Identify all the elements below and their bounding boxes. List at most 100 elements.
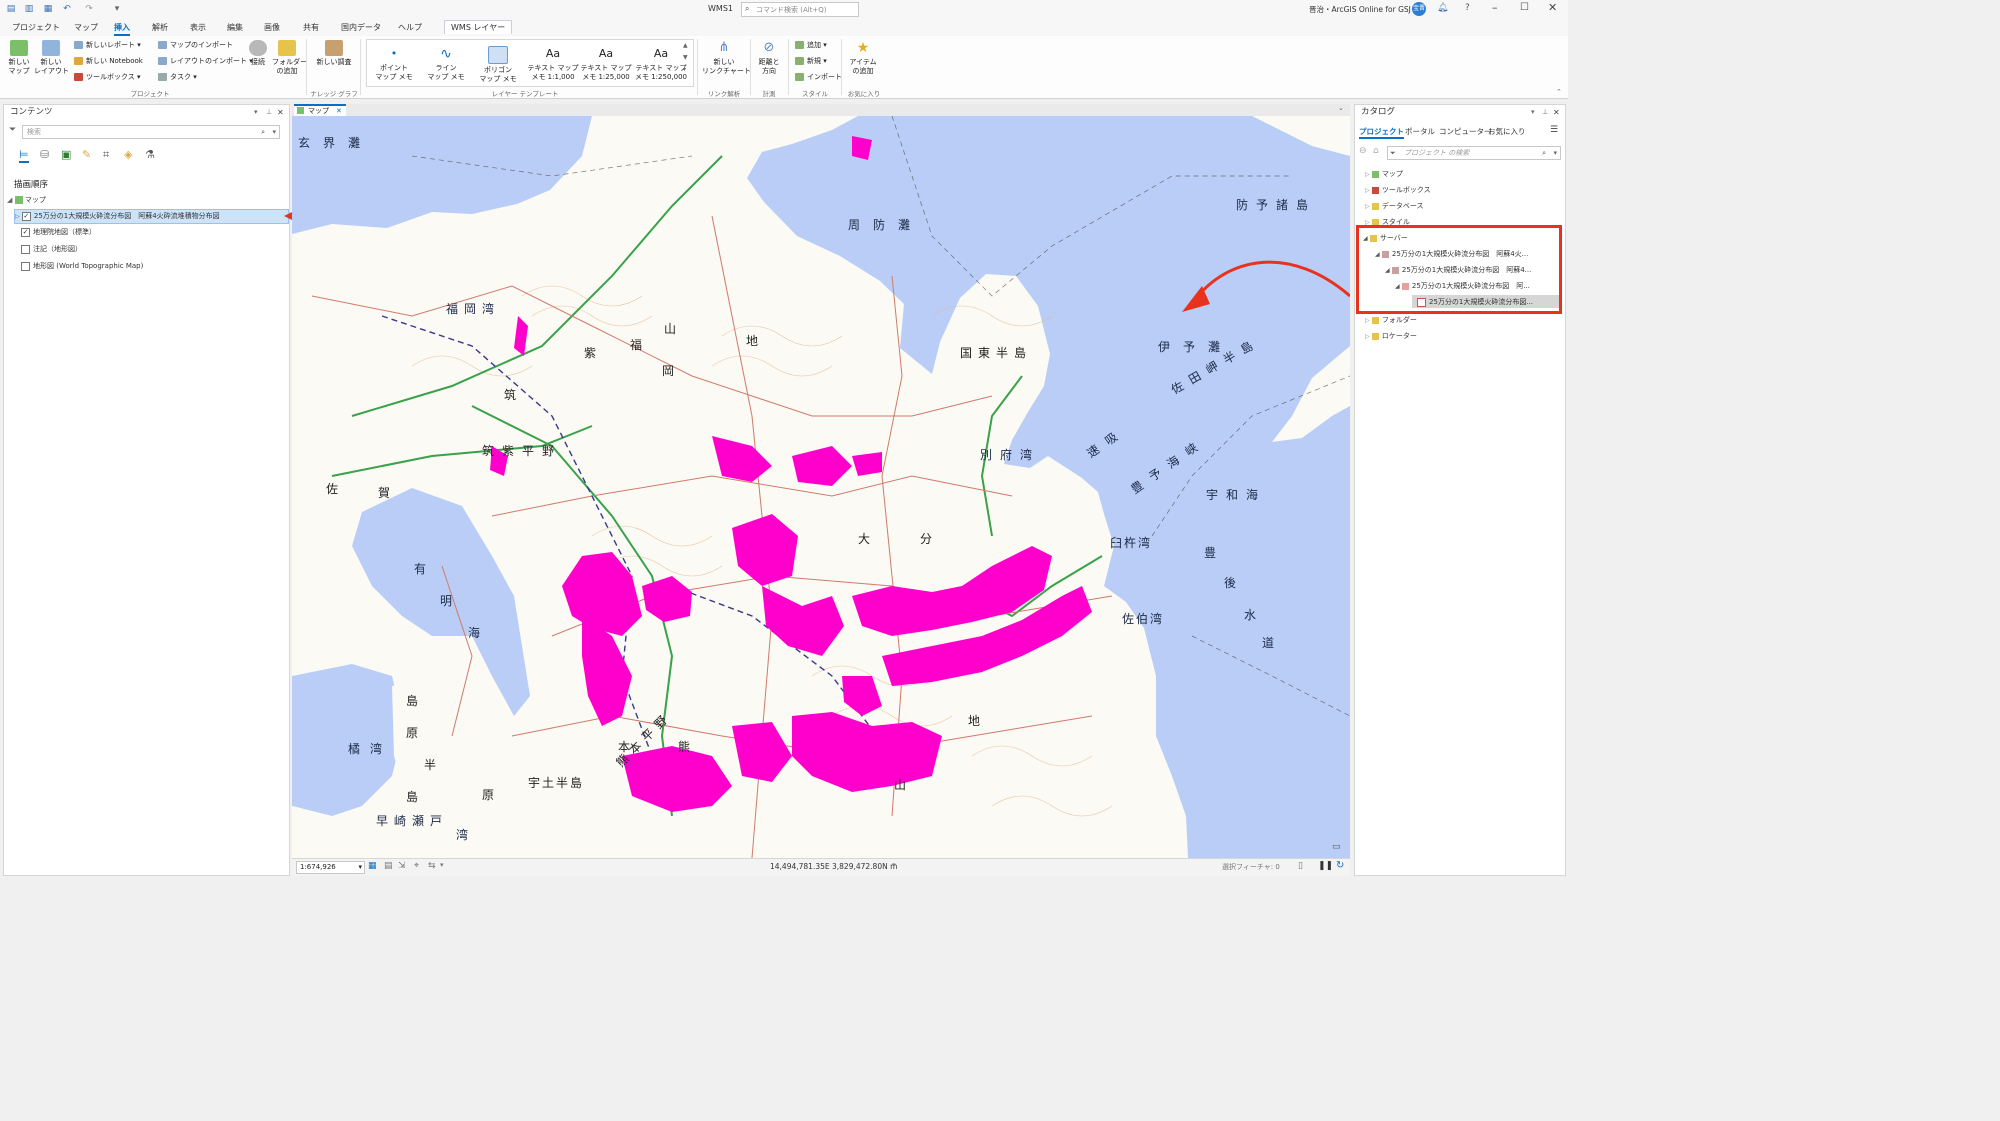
navigation-icon[interactable]: ⇆ <box>428 861 436 871</box>
add-item-button[interactable]: ★ アイテム の追加 <box>846 40 880 76</box>
pin-icon[interactable]: ⊥ <box>1542 105 1548 120</box>
signed-in-user[interactable]: 晋治・ArcGIS Online for GSJ <box>1309 4 1411 15</box>
redo-icon[interactable]: ↷ <box>84 4 94 14</box>
catalog-tab-project[interactable]: プロジェクト <box>1359 126 1404 139</box>
catalog-tab-portal[interactable]: ポータル <box>1405 126 1435 137</box>
new-notebook-button[interactable]: 新しい Notebook <box>74 57 143 66</box>
tab-edit[interactable]: 編集 <box>227 22 243 33</box>
maximize-button[interactable]: ☐ <box>1520 2 1529 13</box>
list-by-selection-icon[interactable]: ▣ <box>61 148 71 161</box>
open-project-icon[interactable]: ▥ <box>24 4 34 14</box>
layer-visibility-checkbox[interactable] <box>21 244 30 254</box>
chevron-down-icon[interactable]: ⌄ <box>1338 104 1344 112</box>
catalog-item-folders[interactable]: ▷ フォルダー <box>1365 315 1417 326</box>
catalog-item-locators[interactable]: ▷ ロケーター <box>1365 331 1417 342</box>
style-new-button[interactable]: 新規 ▾ <box>795 57 827 66</box>
help-icon[interactable]: ? <box>1465 3 1470 13</box>
layer-row[interactable]: ✓ 地理院地図（標準） <box>21 227 96 237</box>
list-by-labeling-icon[interactable]: ◈ <box>124 148 132 161</box>
template-text-25000[interactable]: Aa テキスト マップ メモ 1:25,000 <box>579 46 633 82</box>
close-icon[interactable]: ✕ <box>1553 105 1560 120</box>
new-report-button[interactable]: 新しいレポート ▾ <box>74 41 141 50</box>
avatar[interactable]: 宝晋 <box>1412 2 1426 16</box>
distance-direction-button[interactable]: ⊘ 距離と 方向 <box>754 40 784 76</box>
customize-toolbar-icon[interactable]: ▾ <box>112 4 122 14</box>
template-text-250000[interactable]: Aa テキスト マップ メモ 1:250,000 <box>633 46 689 82</box>
new-map-button[interactable]: 新しい マップ <box>6 40 32 76</box>
pause-drawing-icon[interactable]: ❚❚ <box>1318 861 1333 871</box>
minimize-button[interactable]: – <box>1492 1 1498 14</box>
chevron-down-icon[interactable]: ▾ <box>892 861 896 869</box>
close-icon[interactable]: ✕ <box>336 106 342 116</box>
filter-icon[interactable]: ⏷ <box>9 125 16 135</box>
pane-options-icon[interactable]: ▾ <box>254 105 258 120</box>
close-icon[interactable]: ✕ <box>277 105 284 120</box>
table-icon[interactable]: ▯ <box>1298 861 1303 871</box>
catalog-tab-favorites[interactable]: お気に入り <box>1488 126 1526 137</box>
undo-icon[interactable]: ↶ <box>62 4 72 14</box>
template-line-memo[interactable]: ∿ ライン マップ メモ <box>423 46 469 82</box>
command-search[interactable]: ⌕ コマンド検索 (Alt+Q) <box>741 2 859 17</box>
chevron-down-icon[interactable]: ▾ <box>272 126 276 138</box>
gallery-scroll[interactable]: ▲ ▼ ▾ <box>683 40 688 76</box>
list-by-perspective-icon[interactable]: ⚗ <box>145 148 155 161</box>
contents-search-input[interactable]: 検索 ⌕ ▾ <box>22 125 280 139</box>
chevron-right-icon[interactable]: ▷ <box>15 213 20 220</box>
save-project-icon[interactable]: ▦ <box>43 4 53 14</box>
style-import-button[interactable]: インポート <box>795 73 842 82</box>
map-node[interactable]: ◢ マップ <box>7 195 46 205</box>
add-folder-button[interactable]: フォルダー の追加 <box>272 40 307 76</box>
list-by-source-icon[interactable]: ⛁ <box>40 148 49 161</box>
tab-insert[interactable]: 挿入 <box>114 22 130 36</box>
layer-visibility-checkbox[interactable]: ✓ <box>21 227 30 237</box>
refresh-icon[interactable]: ↻ <box>1336 860 1344 871</box>
catalog-item-databases[interactable]: ▷ データベース <box>1365 201 1424 212</box>
menu-icon[interactable]: ☰ <box>1550 125 1558 135</box>
tab-map[interactable]: マップ <box>74 22 98 33</box>
tab-wms-layer[interactable]: WMS レイヤー <box>444 20 513 34</box>
import-layout-button[interactable]: レイアウトのインポート ▾ <box>158 57 253 66</box>
new-project-icon[interactable]: ▤ <box>6 4 16 14</box>
template-text-1000[interactable]: Aa テキスト マップ メモ 1:1,000 <box>527 46 579 82</box>
pane-options-icon[interactable]: ▾ <box>1531 105 1535 120</box>
list-by-drawing-order-icon[interactable]: ⊨ <box>19 148 29 163</box>
catalog-tab-computer[interactable]: コンピューター <box>1439 126 1492 137</box>
new-layout-button[interactable]: 新しい レイアウト <box>34 40 69 76</box>
template-polygon-memo[interactable]: ポリゴン マップ メモ <box>475 46 521 84</box>
tab-imagery[interactable]: 画像 <box>264 22 280 33</box>
tab-view[interactable]: 表示 <box>190 22 206 33</box>
layer-row[interactable]: 注記（地形図） <box>21 244 82 254</box>
scale-selector[interactable]: 1:674,926 ▾ <box>296 861 365 874</box>
attribution-icon[interactable]: ▭ <box>1332 842 1341 852</box>
toolbox-button[interactable]: ツールボックス ▾ <box>74 73 141 82</box>
snapping-icon[interactable]: ⌖ <box>414 861 419 871</box>
tab-japan-data[interactable]: 国内データ <box>341 22 381 33</box>
chevron-down-icon[interactable]: ▾ <box>440 861 444 869</box>
template-point-memo[interactable]: • ポイント マップ メモ <box>371 46 417 82</box>
new-link-chart-button[interactable]: ⋔ 新しい リンクチャート <box>702 40 751 76</box>
import-map-button[interactable]: マップのインポート <box>158 41 233 50</box>
tab-map-view[interactable]: マップ ✕ <box>294 104 346 116</box>
layer-visibility-checkbox[interactable]: ✓ <box>21 211 31 221</box>
map-grid-icon[interactable]: ▦ <box>368 861 377 871</box>
fixed-zoom-icon[interactable]: ▤ <box>384 861 393 871</box>
back-icon[interactable]: ⊖ <box>1359 146 1367 156</box>
list-by-editing-icon[interactable]: ✎ <box>82 148 91 161</box>
tab-analysis[interactable]: 解析 <box>152 22 168 33</box>
chevron-down-icon[interactable]: ▾ <box>1553 147 1557 159</box>
task-button[interactable]: タスク ▾ <box>158 73 197 82</box>
style-add-button[interactable]: 追加 ▾ <box>795 41 827 50</box>
layer-row[interactable]: ▷ ✓ 25万分の1大規模火砕流分布図 阿蘇4火砕流堆積物分布図 <box>15 211 220 222</box>
tab-help[interactable]: ヘルプ <box>398 22 422 33</box>
tab-share[interactable]: 共有 <box>303 22 319 33</box>
catalog-search-input[interactable]: ⏷ プロジェクト の検索 ⌕ ▾ <box>1387 146 1561 160</box>
collapse-ribbon-icon[interactable]: ⌃ <box>1556 88 1562 96</box>
pin-icon[interactable]: ⊥ <box>266 105 272 120</box>
new-survey-button[interactable]: 新しい調査 <box>313 40 355 67</box>
connect-button[interactable]: 接続 <box>247 40 269 67</box>
layer-visibility-checkbox[interactable] <box>21 261 30 271</box>
layer-row[interactable]: 地形図 (World Topographic Map) <box>21 261 143 271</box>
catalog-item-toolboxes[interactable]: ▷ ツールボックス <box>1365 185 1431 196</box>
filter-icon[interactable]: ⏷ <box>1390 147 1396 159</box>
home-icon[interactable]: ⌂ <box>1373 146 1379 156</box>
